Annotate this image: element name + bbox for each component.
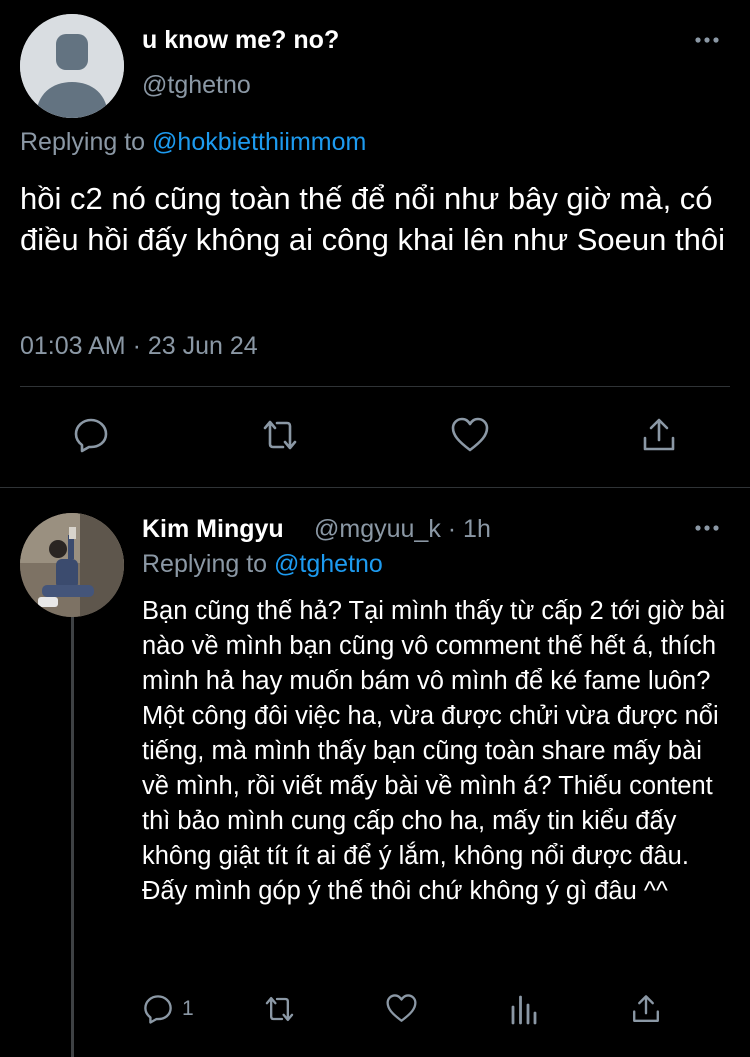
replying-to: Replying to @tghetno (142, 550, 383, 579)
tweet-text: hồi c2 nó cũng toàn thế để nổi như bây g… (20, 181, 725, 257)
share-icon[interactable] (640, 416, 678, 454)
analytics-icon[interactable] (510, 993, 538, 1025)
reply-icon[interactable] (72, 416, 110, 454)
replying-prefix: Replying to (20, 128, 153, 156)
replying-to-link[interactable]: @hokbietthiimmom (152, 128, 366, 156)
handle[interactable]: @tghetno (142, 71, 251, 100)
replying-to-link[interactable]: @tghetno (274, 550, 383, 578)
like-icon[interactable] (450, 416, 490, 454)
reply-tweet: Kim Mingyu @mgyuu_k · 1h Replying to @tg… (0, 488, 750, 1057)
more-options-icon[interactable] (694, 36, 720, 44)
main-tweet: u know me? no? @tghetno Replying to @hok… (0, 0, 750, 488)
tweet-text: Bạn cũng thế hả? Tại mình thấy từ cấp 2 … (142, 597, 726, 905)
handle-time[interactable]: @mgyuu_k · 1h (314, 515, 491, 544)
replying-to: Replying to @hokbietthiimmom (20, 128, 366, 157)
share-icon[interactable] (630, 993, 662, 1025)
more-options-icon[interactable] (694, 524, 720, 532)
avatar[interactable] (20, 513, 124, 617)
retweet-icon[interactable] (262, 993, 297, 1025)
divider (20, 386, 730, 387)
like-icon[interactable] (385, 993, 418, 1024)
retweet-icon[interactable] (259, 416, 301, 454)
display-name[interactable]: Kim Mingyu (142, 515, 284, 544)
reply-icon[interactable] (142, 993, 174, 1025)
display-name[interactable]: u know me? no? (142, 26, 339, 55)
thread-line (71, 610, 74, 1057)
replying-prefix: Replying to (142, 550, 275, 578)
timestamp[interactable]: 01:03 AM · 23 Jun 24 (20, 332, 258, 361)
default-profile-icon[interactable] (20, 14, 124, 118)
reply-count: 1 (182, 997, 194, 1020)
